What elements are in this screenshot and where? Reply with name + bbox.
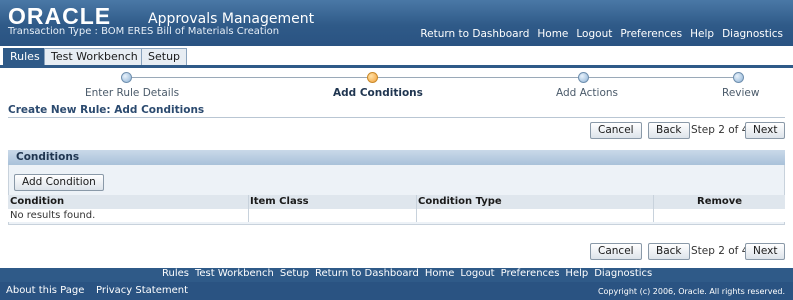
footer-link-diagnostics[interactable]: Diagnostics [594,268,652,279]
col-item-class: Item Class [250,196,309,207]
footer-link-help[interactable]: Help [565,268,588,279]
column-divider [248,195,249,222]
link-preferences[interactable]: Preferences [620,28,682,40]
transaction-type: Transaction Type : BOM ERES Bill of Mate… [8,26,280,37]
global-nav: Return to Dashboard Home Logout Preferen… [420,28,783,40]
footer-link-home[interactable]: Home [425,268,455,279]
copyright-text: Copyright (c) 2006, Oracle. All rights r… [597,287,785,296]
step-indicator-top: Step 2 of 4 [691,124,749,136]
link-return-to-dashboard[interactable]: Return to Dashboard [420,28,529,40]
next-button-bottom[interactable]: Next [745,243,786,260]
column-divider [416,195,417,222]
train-step-enter-rule-details[interactable]: Enter Rule Details [85,87,179,99]
train-line [125,77,738,78]
next-button-top[interactable]: Next [745,122,786,139]
privacy-statement-link[interactable]: Privacy Statement [96,285,188,296]
train-step-node-add-actions [578,72,589,83]
footer-link-logout[interactable]: Logout [460,268,494,279]
footer-link-test-workbench[interactable]: Test Workbench [195,268,274,279]
about-this-page-link[interactable]: About this Page [6,285,84,296]
title-divider [8,117,785,118]
link-logout[interactable]: Logout [576,28,612,40]
train-step-add-conditions: Add Conditions [333,87,423,99]
col-remove: Remove [697,196,743,207]
link-home[interactable]: Home [537,28,568,40]
tab-setup[interactable]: Setup [141,48,188,65]
page-title: Create New Rule: Add Conditions [8,104,205,116]
link-help[interactable]: Help [690,28,714,40]
app-title: Approvals Management [148,11,315,27]
train-step-review: Review [722,87,760,99]
footer-nav: Rules Test Workbench Setup Return to Das… [0,268,793,282]
header-bar: ORACLE Approvals Management Transaction … [0,0,793,46]
footer-bottom: About this Page Privacy Statement Copyri… [0,282,793,300]
cancel-button-bottom[interactable]: Cancel [590,243,642,260]
column-divider [653,195,654,222]
link-diagnostics[interactable]: Diagnostics [722,28,783,40]
tab-bar: Rules Test Workbench Setup [0,46,793,68]
conditions-header: Conditions [8,150,785,165]
tab-rules[interactable]: Rules [3,48,47,65]
footer-link-rules[interactable]: Rules [162,268,189,279]
col-condition: Condition [10,196,65,207]
footer-link-setup[interactable]: Setup [280,268,309,279]
conditions-header-label: Conditions [16,151,80,163]
tab-test-workbench[interactable]: Test Workbench [44,48,145,65]
footer-link-preferences[interactable]: Preferences [501,268,560,279]
add-condition-button[interactable]: Add Condition [14,174,104,191]
train-step-node-enter-rule-details[interactable] [121,72,132,83]
col-condition-type: Condition Type [418,196,502,207]
empty-message: No results found. [10,210,96,221]
train-step-add-actions: Add Actions [556,87,619,99]
footer-link-return-to-dashboard[interactable]: Return to Dashboard [315,268,419,279]
table-row [8,209,785,222]
train-step-node-review [733,72,744,83]
train-step-node-add-conditions [367,72,378,83]
back-button-bottom[interactable]: Back [648,243,690,260]
step-indicator-bottom: Step 2 of 4 [691,245,749,257]
cancel-button-top[interactable]: Cancel [590,122,642,139]
back-button-top[interactable]: Back [648,122,690,139]
conditions-table-header [8,195,785,209]
